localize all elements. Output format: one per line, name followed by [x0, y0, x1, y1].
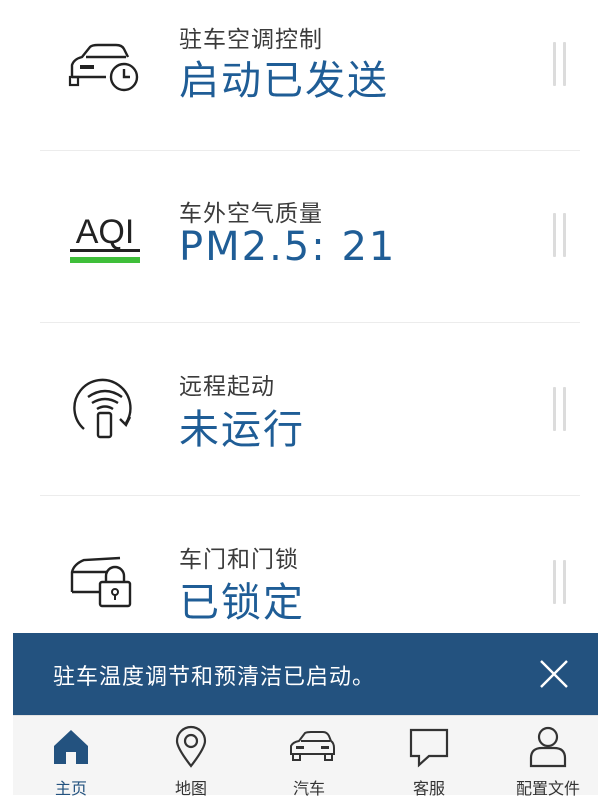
- tab-label: 主页: [54, 779, 87, 798]
- tab-label: 汽车: [292, 779, 325, 798]
- row-label: 远程起动: [179, 374, 275, 400]
- close-icon[interactable]: [537, 657, 571, 691]
- row-air-quality[interactable]: AQI 车外空气质量 PM2.5: 21: [0, 151, 598, 323]
- tab-label: 客服: [412, 779, 445, 798]
- row-label: 车门和门锁: [179, 547, 299, 573]
- car-icon: [287, 724, 335, 768]
- drag-handle-icon[interactable]: [550, 213, 572, 257]
- row-value: PM2.5: 21: [179, 224, 397, 270]
- tab-label: 地图: [174, 779, 207, 798]
- map-pin-icon: [169, 724, 213, 768]
- tab-profile[interactable]: 配置文件: [498, 716, 598, 798]
- car-timer-icon: [64, 36, 146, 102]
- tab-map[interactable]: 地图: [141, 716, 241, 798]
- bottom-tab-bar: 主页 地图 汽车 客服 配置文件: [13, 715, 598, 798]
- row-remote-start[interactable]: 远程起动 未运行: [0, 323, 598, 495]
- aqi-text: AQI: [76, 213, 135, 251]
- row-value: 启动已发送: [179, 58, 389, 104]
- row-value: 未运行: [179, 407, 305, 453]
- remote-start-icon: [64, 375, 146, 441]
- row-label: 车外空气质量: [179, 201, 323, 227]
- tab-home[interactable]: 主页: [21, 716, 121, 798]
- drag-handle-icon[interactable]: [550, 42, 572, 86]
- drag-handle-icon[interactable]: [550, 387, 572, 431]
- door-lock-icon: [64, 548, 146, 614]
- row-value: 已锁定: [179, 580, 305, 626]
- row-parking-climate[interactable]: 驻车空调控制 启动已发送: [0, 0, 598, 162]
- tab-label: 配置文件: [515, 779, 580, 798]
- chat-icon: [407, 724, 451, 768]
- notification-banner: 驻车温度调节和预清洁已启动。: [13, 633, 598, 715]
- aqi-icon: AQI: [64, 201, 146, 267]
- tab-car[interactable]: 汽车: [259, 716, 359, 798]
- tab-service[interactable]: 客服: [379, 716, 479, 798]
- banner-message: 驻车温度调节和预清洁已启动。: [53, 665, 376, 690]
- profile-icon: [526, 724, 570, 768]
- home-icon: [49, 724, 93, 768]
- drag-handle-icon[interactable]: [550, 560, 572, 604]
